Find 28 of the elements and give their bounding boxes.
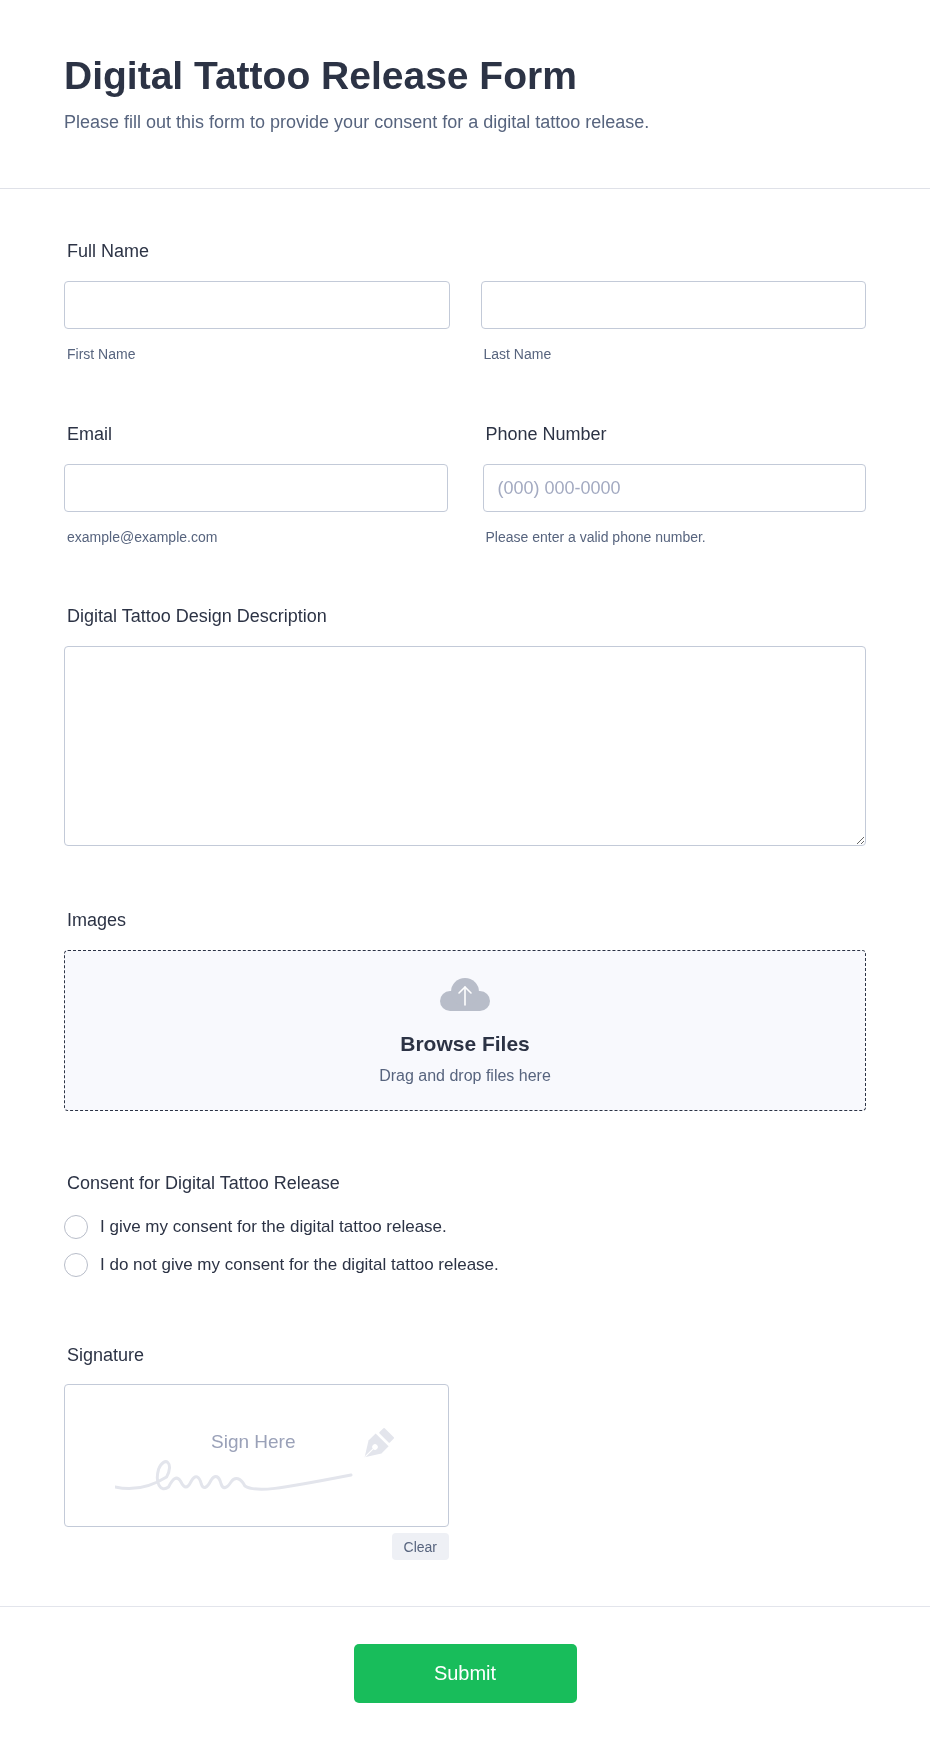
radio-option-label[interactable]: I do not give my consent for the digital tattoo release. xyxy=(100,1254,499,1276)
field-label: Full Name xyxy=(66,240,150,263)
field-label: Email xyxy=(66,423,112,446)
form-title: Digital Tattoo Release Form xyxy=(64,54,577,98)
text-input-field[interactable]: (000) 000-0000 xyxy=(482,464,866,512)
field-label: Digital Tattoo Design Description xyxy=(66,605,327,628)
text-input-field[interactable] xyxy=(64,281,450,329)
form-subtitle: Please fill out this form to provide your consent for a digital tattoo release. xyxy=(64,111,650,134)
field-label: Consent for Digital Tattoo Release xyxy=(66,1172,340,1195)
field-sublabel: Please enter a valid phone number. xyxy=(484,528,706,546)
textarea-field[interactable] xyxy=(64,646,866,846)
field-sublabel: Last Name xyxy=(482,345,552,363)
field-sublabel: example@example.com xyxy=(66,528,218,546)
upload-cloud-icon xyxy=(440,977,490,1011)
field-label: Phone Number xyxy=(484,423,607,446)
radio-option-label[interactable]: I give my consent for the digital tattoo release. xyxy=(100,1216,447,1238)
radio-button[interactable] xyxy=(64,1215,88,1239)
browse-files-link[interactable]: Browse Files xyxy=(400,1030,530,1058)
text-input-field[interactable] xyxy=(480,281,866,329)
sign-here-placeholder: Sign Here xyxy=(211,1432,296,1452)
file-dropzone[interactable]: Browse Files Drag and drop files here xyxy=(64,950,866,1111)
field-sublabel: First Name xyxy=(66,345,136,363)
clear-button[interactable]: Clear xyxy=(391,1533,449,1560)
radio-button[interactable] xyxy=(64,1253,88,1277)
dropzone-hint: Drag and drop files here xyxy=(379,1066,551,1086)
field-label: Images xyxy=(66,909,127,932)
field-label: Signature xyxy=(66,1344,145,1367)
text-input-field[interactable] xyxy=(64,464,448,512)
